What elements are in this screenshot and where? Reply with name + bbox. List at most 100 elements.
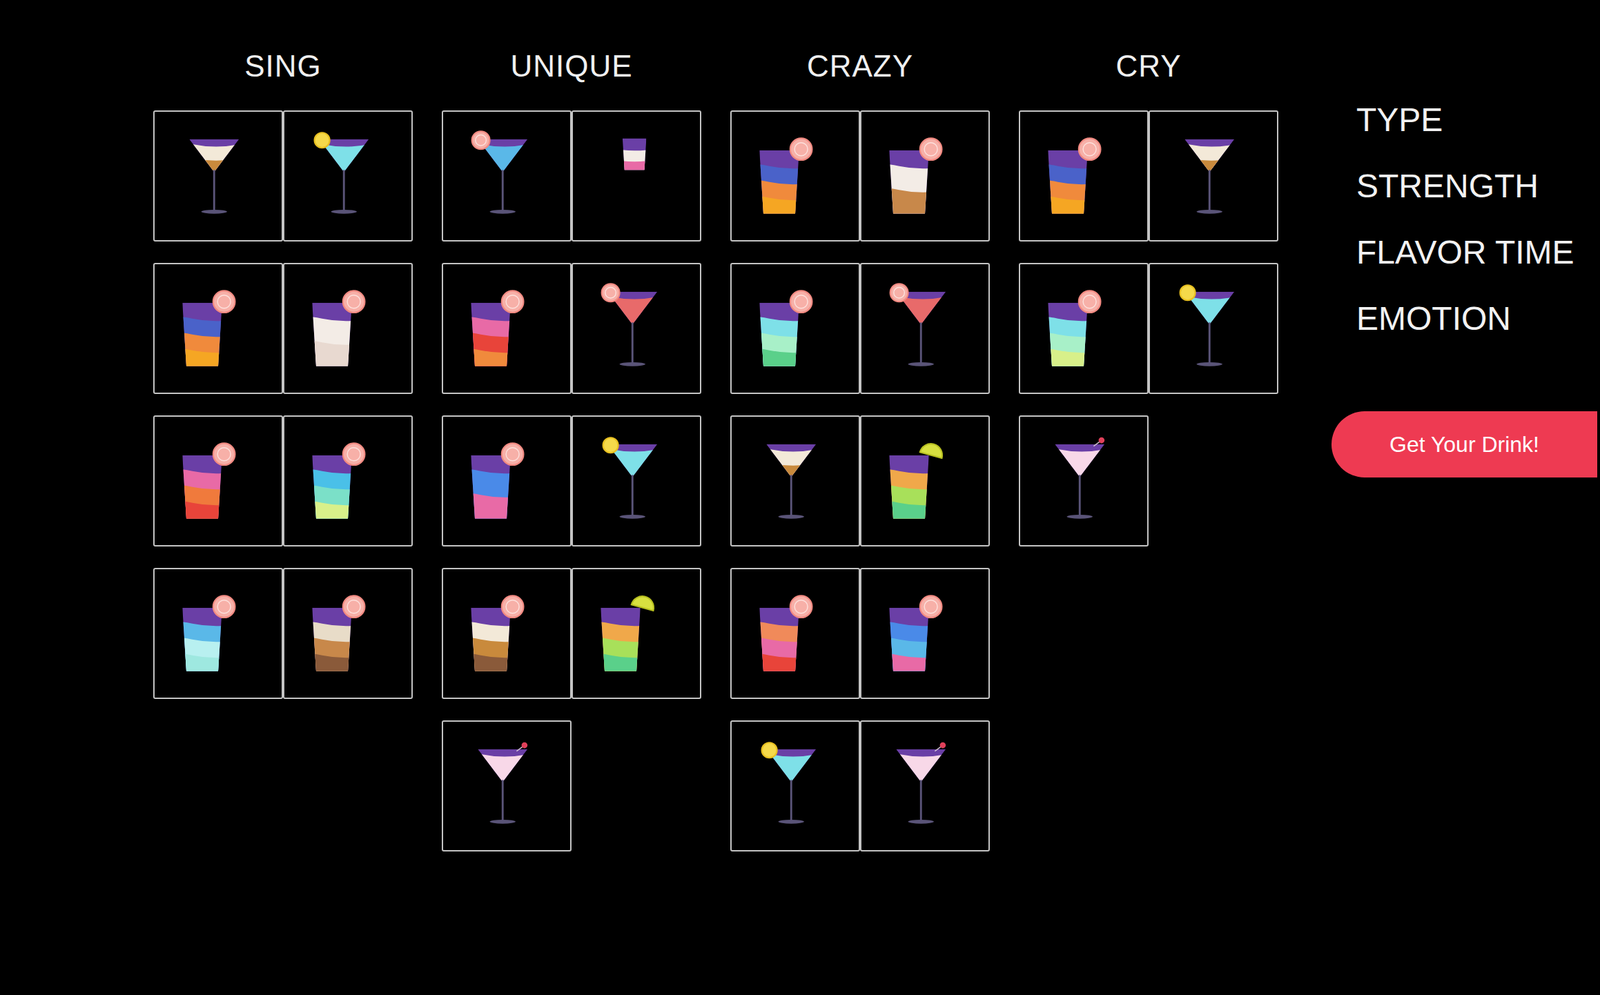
get-drink-button[interactable]: Get Your Drink! — [1331, 411, 1598, 478]
grapefruit-icon — [1078, 138, 1101, 161]
grapefruit-icon — [790, 138, 813, 161]
martini-icon — [1020, 416, 1148, 546]
grapefruit-icon — [343, 290, 366, 313]
column-header: UNIQUE — [441, 33, 702, 100]
grapefruit-icon — [213, 443, 236, 466]
grapefruit-icon — [501, 443, 524, 466]
drink-tile[interactable] — [730, 110, 861, 242]
martini-icon — [572, 416, 700, 546]
tumbler-icon — [154, 416, 282, 546]
drink-tile[interactable] — [571, 262, 702, 395]
drink-tile[interactable] — [571, 568, 702, 700]
grapefruit-icon — [213, 290, 236, 313]
drink-tile[interactable] — [1148, 110, 1279, 242]
grapefruit-icon — [601, 283, 620, 302]
drink-tile[interactable] — [730, 720, 861, 852]
grapefruit-icon — [920, 595, 943, 618]
martini-icon — [731, 416, 859, 546]
cherry-icon — [1093, 437, 1105, 447]
drink-tile[interactable] — [860, 262, 990, 395]
tumbler-icon — [861, 569, 989, 698]
tumbler-icon — [731, 111, 859, 241]
tumbler-icon — [443, 264, 571, 393]
grapefruit-icon — [472, 131, 491, 150]
drink-tile[interactable] — [571, 110, 702, 242]
drink-tile[interactable] — [1148, 262, 1279, 395]
tumbler-icon — [284, 264, 412, 393]
drink-tile[interactable] — [730, 415, 861, 547]
martini-icon — [861, 722, 989, 851]
drink-grid — [1018, 110, 1279, 547]
drink-tile[interactable] — [153, 262, 284, 395]
martini-icon — [443, 111, 571, 241]
lemon-icon — [314, 132, 330, 148]
drink-tile[interactable] — [1018, 415, 1149, 547]
drink-tile[interactable] — [283, 262, 413, 395]
drink-tile[interactable] — [283, 415, 413, 547]
drink-tile[interactable] — [730, 262, 861, 395]
drink-grid — [441, 110, 702, 852]
martini-icon — [1149, 111, 1277, 241]
column-header: CRY — [1018, 33, 1279, 100]
martini-icon — [861, 264, 989, 393]
grapefruit-icon — [501, 595, 524, 618]
tumbler-icon — [443, 416, 571, 546]
drink-grid — [153, 110, 413, 700]
drink-tile[interactable] — [571, 415, 702, 547]
drink-tile[interactable] — [730, 568, 861, 700]
cherry-icon — [934, 742, 946, 752]
drink-tile[interactable] — [441, 415, 572, 547]
filter-item[interactable]: STRENGTH — [1331, 153, 1598, 220]
drink-tile[interactable] — [153, 110, 284, 242]
martini-icon — [443, 722, 571, 851]
grapefruit-icon — [890, 283, 909, 302]
tumbler-icon — [572, 569, 700, 698]
drink-tile[interactable] — [860, 415, 990, 547]
drink-tile[interactable] — [441, 720, 572, 852]
grapefruit-icon — [790, 595, 813, 618]
martini-icon — [731, 722, 859, 851]
tumbler-icon — [731, 264, 859, 393]
drink-tile[interactable] — [1018, 262, 1149, 395]
tumbler-icon — [284, 569, 412, 698]
drink-tile[interactable] — [153, 568, 284, 700]
tumbler-icon — [731, 569, 859, 698]
shot-glass-icon — [572, 111, 700, 241]
tumbler-icon — [443, 569, 571, 698]
filter-item[interactable]: TYPE — [1331, 86, 1598, 154]
drink-tile[interactable] — [441, 568, 572, 700]
drink-grid — [730, 110, 990, 852]
drink-board: SING UNIQUE CRAZY CRY — [153, 33, 1279, 852]
tumbler-icon — [861, 416, 989, 546]
drink-tile[interactable] — [441, 110, 572, 242]
tumbler-icon — [284, 416, 412, 546]
grapefruit-icon — [790, 290, 813, 313]
filter-item[interactable]: FLAVOR TIME — [1331, 219, 1598, 286]
drink-tile[interactable] — [860, 110, 990, 242]
grapefruit-icon — [920, 138, 943, 161]
mood-column: CRY — [1018, 33, 1279, 547]
drink-tile[interactable] — [860, 568, 990, 700]
filter-item[interactable]: EMOTION — [1331, 285, 1598, 353]
tumbler-icon — [861, 111, 989, 241]
martini-icon — [284, 111, 412, 241]
tumbler-icon — [1020, 264, 1148, 393]
drink-tile[interactable] — [441, 262, 572, 395]
mood-column: SING — [153, 33, 413, 700]
drink-tile[interactable] — [1018, 110, 1149, 242]
grapefruit-icon — [343, 595, 366, 618]
drink-tile[interactable] — [283, 568, 413, 700]
drink-tile[interactable] — [860, 720, 990, 852]
mood-column: UNIQUE — [441, 33, 702, 852]
lemon-icon — [762, 742, 778, 758]
drink-picker-page: SING UNIQUE CRAZY CRY TYPESTRENGTHFLAVOR TIM… — [0, 0, 1600, 995]
column-header: CRAZY — [730, 33, 990, 100]
grapefruit-icon — [213, 595, 236, 618]
grapefruit-icon — [1078, 290, 1101, 313]
drink-tile[interactable] — [283, 110, 413, 242]
mood-column: CRAZY — [730, 33, 990, 852]
drink-tile[interactable] — [153, 415, 284, 547]
tumbler-icon — [154, 569, 282, 698]
tumbler-icon — [154, 264, 282, 393]
martini-icon — [1149, 264, 1277, 393]
